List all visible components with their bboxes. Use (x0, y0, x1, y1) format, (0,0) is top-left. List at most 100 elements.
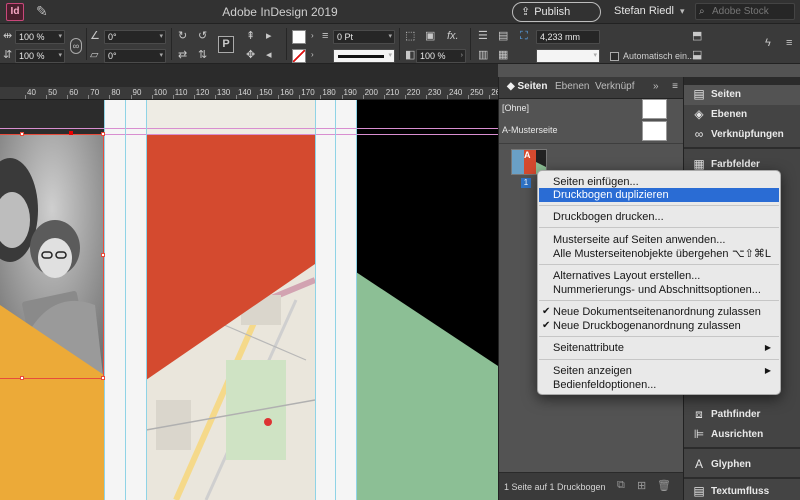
menu-item-insert-pages[interactable]: Seiten einfügen... (539, 175, 779, 189)
tab-seiten[interactable]: ◆ Seiten (507, 81, 547, 92)
fill-frame-icon[interactable]: ▣ (425, 29, 435, 43)
menu-item-view-pages[interactable]: Seiten anzeigen ▶ (539, 364, 779, 378)
stroke-swatch[interactable] (292, 49, 306, 63)
select-content-icon[interactable]: ✥ (246, 48, 255, 62)
select-next-icon[interactable]: ▸ (266, 29, 272, 43)
lightning-icon[interactable]: ϟ (765, 36, 771, 50)
stroke-weight-field[interactable]: 0 Pt ▾ (333, 30, 395, 44)
menu-item-print-spread[interactable]: Druckbogen drucken... (539, 210, 779, 224)
scale-x-field[interactable]: 100 % ▾ (15, 30, 65, 44)
effects-fx-icon[interactable]: fx. (447, 29, 459, 43)
chevron-down-icon[interactable]: ▾ (388, 50, 392, 62)
flip-horizontal-icon[interactable]: ⇄ (178, 48, 187, 62)
scale-x-icon: ⇹ (3, 30, 13, 42)
menu-item-allow-spread-shuffle[interactable]: ✔ Neue Druckbogenanordnung zulassen (539, 319, 779, 333)
stroke-weight-value: 0 Pt (337, 32, 354, 42)
dock-item-seiten[interactable]: ▤ Seiten (684, 85, 800, 105)
black-frame[interactable] (356, 100, 498, 500)
green-shape[interactable] (356, 100, 498, 500)
chevron-down-icon[interactable]: ▾ (593, 50, 597, 62)
menu-item-panel-options[interactable]: Bedienfeldoptionen... (539, 378, 779, 392)
auto-fit-icon[interactable]: ⛶ (520, 29, 528, 43)
trash-icon[interactable]: 🗑 (657, 479, 671, 492)
ruler-tick (362, 95, 364, 99)
menu-item-allow-document-pages-shuffle[interactable]: ✔ Neue Dokumentseitenanordnung zulassen (539, 305, 779, 319)
constrain-proportions-icon[interactable]: ∞ (70, 38, 82, 54)
page-size-icon[interactable]: ⧉ (617, 479, 625, 492)
tab-ebenen[interactable]: Ebenen (555, 81, 589, 92)
menu-item-page-attributes[interactable]: Seitenattribute ▶ (539, 341, 779, 355)
ruler-label: 130 (216, 88, 231, 97)
user-name: Stefan Riedl (614, 5, 674, 17)
align-top-icon[interactable]: ⬒ (692, 29, 702, 43)
chevron-right-icon[interactable]: › (461, 50, 463, 62)
master-a-thumbnail[interactable] (642, 121, 667, 141)
chevron-right-icon[interactable]: › (311, 29, 314, 43)
menu-item-override-master-items[interactable]: Alle Musterseitenobjekte übergehen ⌥⇧⌘L (539, 247, 779, 261)
chevron-down-icon[interactable]: ▾ (388, 31, 392, 43)
adobe-stock-search-input[interactable]: ⌕ Adobe Stock (695, 3, 795, 20)
document-canvas[interactable] (0, 100, 498, 500)
frame-handle[interactable] (101, 253, 105, 257)
corner-shape-select[interactable]: ▾ (536, 49, 600, 63)
map-frame[interactable] (144, 100, 317, 500)
scale-y-field[interactable]: 100 % ▾ (15, 49, 65, 63)
frame-handle[interactable] (101, 132, 105, 136)
offset-field[interactable]: 4,233 mm (536, 30, 600, 44)
frame-fitting-icon[interactable]: ⬚ (405, 29, 415, 43)
ruler-tick (151, 95, 153, 99)
publish-online-button[interactable]: ⇪Publish Online (512, 2, 601, 36)
chevron-down-icon[interactable]: ▾ (58, 31, 62, 43)
rotate-field[interactable]: 0° ▾ (104, 30, 166, 44)
orange-red-shape[interactable] (146, 134, 315, 385)
frame-handle[interactable] (20, 132, 24, 136)
panel-menu-icon[interactable]: ≡ (672, 81, 678, 92)
dock-item-ebenen[interactable]: ◈ Ebenen (684, 105, 800, 125)
dock-item-glyphen[interactable]: A Glyphen (684, 455, 800, 475)
panel-menu-icon[interactable]: ≡ (786, 36, 792, 50)
stroke-type-select[interactable]: ▾ (333, 49, 395, 63)
shear-field[interactable]: 0° ▾ (104, 49, 166, 63)
chevron-right-icon[interactable]: › (311, 48, 314, 62)
selection-frame[interactable] (0, 134, 104, 379)
master-none-row[interactable]: [Ohne] (499, 98, 684, 120)
menu-item-create-alternate-layout[interactable]: Alternatives Layout erstellen... (539, 269, 779, 283)
text-wrap-none-icon[interactable]: ☰ (478, 29, 488, 43)
user-menu[interactable]: Stefan Riedl ▾ (614, 5, 684, 17)
select-previous-icon[interactable]: ◂ (266, 48, 272, 62)
content-grabber-handle[interactable] (69, 131, 73, 135)
swatches-icon: ▦ (693, 157, 705, 171)
reference-point-p-icon[interactable]: P (218, 36, 234, 53)
flip-vertical-icon[interactable]: ⇅ (198, 48, 207, 62)
rotate-ccw-icon[interactable]: ↺ (198, 29, 207, 43)
text-wrap-shape-icon[interactable]: ▥ (478, 48, 488, 62)
dock-item-textumfluss[interactable]: ▤ Textumfluss (684, 482, 800, 500)
master-none-thumbnail[interactable] (642, 99, 667, 119)
rotate-cw-icon[interactable]: ↻ (178, 29, 187, 43)
dock-item-ausrichten[interactable]: ⊫ Ausrichten (684, 425, 800, 445)
menu-item-duplicate-spread[interactable]: Druckbogen duplizieren (539, 188, 779, 202)
frame-handle[interactable] (20, 376, 24, 380)
master-a-row[interactable]: A-Musterseite (499, 120, 684, 142)
select-container-icon[interactable]: ⇞ (246, 29, 255, 43)
menu-item-apply-master[interactable]: Musterseite auf Seiten anwenden... (539, 233, 779, 247)
chevron-down-icon[interactable]: ▾ (159, 50, 163, 62)
dock-item-pathfinder[interactable]: ⧈ Pathfinder (684, 405, 800, 425)
text-wrap-jump-icon[interactable]: ▦ (498, 48, 508, 62)
tab-verknuepfungen[interactable]: Verknüpf (595, 81, 634, 92)
double-chevron-icon[interactable]: » (653, 81, 659, 92)
ruler-tick (214, 95, 216, 99)
new-page-icon[interactable]: ⊞ (637, 479, 646, 492)
align-center-icon[interactable]: ⬓ (692, 48, 702, 62)
opacity-field[interactable]: 100 % › (416, 49, 466, 63)
dock-item-verknuepfungen[interactable]: ∞ Verknüpfungen (684, 125, 800, 145)
chevron-down-icon[interactable]: ▾ (159, 31, 163, 43)
stock-search-placeholder: Adobe Stock (712, 6, 769, 17)
menu-item-numbering-options[interactable]: Nummerierungs- und Abschnittsoptionen... (539, 283, 779, 297)
auto-fit-checkbox[interactable] (610, 52, 619, 61)
fill-swatch[interactable] (292, 30, 306, 44)
chevron-down-icon[interactable]: ▾ (58, 50, 62, 62)
frame-handle[interactable] (101, 376, 105, 380)
text-wrap-bbox-icon[interactable]: ▤ (498, 29, 508, 43)
horizontal-ruler[interactable]: 40 50 60 70 80 90 100 110 120 130 140 150 160 170 180 1… (0, 87, 505, 100)
